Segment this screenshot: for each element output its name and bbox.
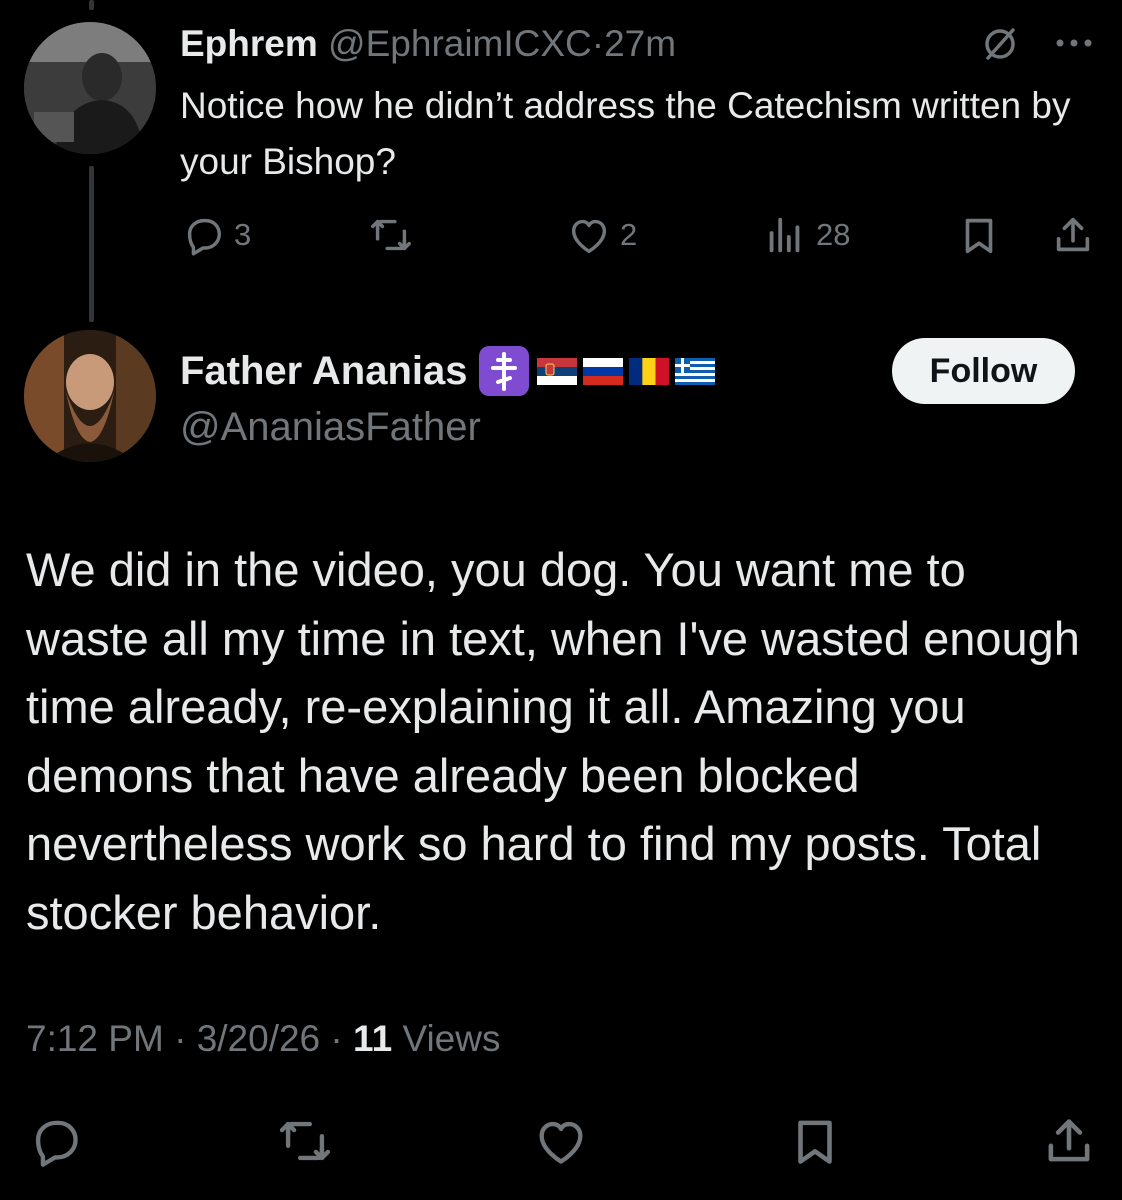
reply-share-button[interactable] [1050, 212, 1096, 258]
russia-flag-icon [583, 357, 624, 385]
like-icon [571, 219, 607, 254]
main-action-bar [0, 1112, 1122, 1172]
views-count: 11 [353, 1018, 393, 1059]
ananias-avatar[interactable] [24, 330, 156, 462]
main-like-button[interactable] [532, 1112, 590, 1170]
flag-badges [537, 357, 716, 385]
main-share-button[interactable] [1040, 1112, 1098, 1170]
reply-separator: · [591, 23, 605, 64]
views-label: Views [402, 1018, 501, 1059]
meta-separator: · [174, 1018, 187, 1059]
retweet-icon [279, 1121, 331, 1161]
reply-icon [187, 218, 222, 256]
reply-like-count: 2 [620, 217, 638, 252]
main-retweet-button[interactable] [276, 1112, 334, 1170]
reply-views-count: 28 [816, 217, 851, 252]
reply-retweet-button[interactable] [368, 212, 422, 258]
ephrem-avatar[interactable] [24, 22, 156, 154]
reply-tweet-text: Notice how he didn’t address the Catechi… [180, 85, 1071, 182]
like-icon [539, 1121, 583, 1164]
main-tweet-meta: 7:12 PM · 3/20/26 · 11 Views [26, 1018, 500, 1060]
main-bookmark-button[interactable] [786, 1112, 844, 1170]
follow-button[interactable]: Follow [892, 338, 1075, 404]
reply-reply-count: 3 [234, 217, 252, 252]
retweet-icon [371, 219, 411, 251]
grok-icon[interactable] [980, 24, 1020, 64]
reply-tweet-header: Ephrem @EphraimICXC·27m [180, 22, 676, 66]
bookmark-icon [798, 1120, 832, 1164]
reply-reply-button[interactable]: 3 [180, 212, 251, 258]
share-icon [1056, 217, 1090, 252]
tweet-thread-view: Ephrem @EphraimICXC·27m Notice how he di… [0, 0, 1122, 1200]
main-reply-button[interactable] [26, 1112, 84, 1170]
thread-line-top [89, 0, 94, 10]
reply-time[interactable]: 27m [604, 23, 676, 64]
reply-author-handle[interactable]: @EphraimICXC [328, 23, 592, 64]
main-author-handle[interactable]: @AnaniasFather [180, 402, 481, 452]
bookmark-icon [965, 218, 993, 254]
reply-icon [35, 1120, 78, 1167]
main-tweet-text: We did in the video, you dog. You want m… [26, 543, 1080, 939]
serbia-flag-icon [537, 357, 578, 385]
reply-author-name[interactable]: Ephrem [180, 23, 318, 64]
reply-action-bar: 3 2 28 [0, 212, 1122, 262]
romania-flag-icon [629, 357, 670, 385]
greece-flag-icon [675, 357, 716, 385]
tweet-time[interactable]: 7:12 PM [26, 1018, 164, 1059]
more-icon[interactable] [1052, 28, 1096, 58]
tweet-date[interactable]: 3/20/26 [197, 1018, 320, 1059]
share-icon [1048, 1119, 1090, 1162]
meta-separator: · [330, 1018, 343, 1059]
main-author-name[interactable]: Father Ananias [180, 346, 467, 396]
reply-like-button[interactable]: 2 [566, 212, 637, 258]
main-tweet-author-row: Father Ananias [180, 346, 716, 396]
reply-views-button[interactable]: 28 [762, 212, 850, 258]
orthodox-cross-icon [479, 346, 530, 396]
reply-bookmark-button[interactable] [956, 212, 1002, 258]
views-icon [769, 217, 800, 253]
